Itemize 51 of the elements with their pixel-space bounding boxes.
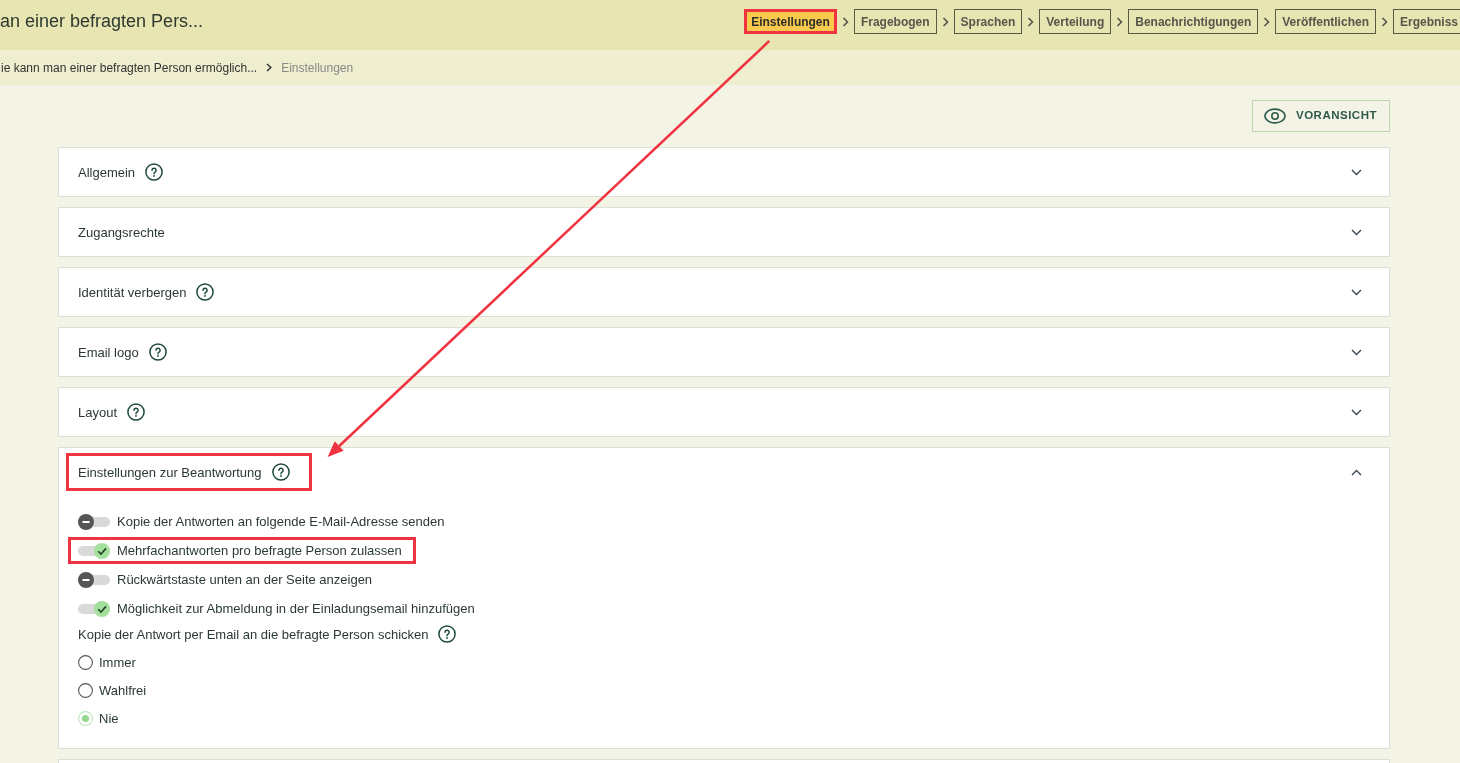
help-icon[interactable] <box>271 463 290 481</box>
toggle-switch[interactable] <box>78 541 110 560</box>
step-tab[interactable]: Ergebniss <box>1392 9 1460 34</box>
radio-group-label: Kopie der Antwort per Email an die befragte Person schicken <box>78 626 429 642</box>
toggle-label: Mehrfachantworten pro befragte Person zulassen <box>117 543 402 558</box>
radio-button[interactable] <box>78 654 93 670</box>
radio-button[interactable] <box>78 682 93 698</box>
chevron-right-icon <box>1027 16 1035 27</box>
help-icon[interactable] <box>127 403 146 421</box>
toggle-label: Rückwärtstaste unten an der Seite anzeigen <box>117 572 373 587</box>
step-tab[interactable]: Verteilung <box>1039 9 1112 34</box>
radio-label: Immer <box>99 654 136 670</box>
breadcrumb-link[interactable]: ie kann man einer befragten Person ermöglich... <box>1 60 258 75</box>
panel-title[interactable]: Email logo <box>78 344 139 360</box>
panel-title[interactable]: Allgemein <box>78 164 136 180</box>
toggle-switch[interactable] <box>78 512 110 531</box>
page-title: an einer befragten Pers... <box>0 10 205 33</box>
step-tab[interactable]: Sprachen <box>953 9 1023 34</box>
chevron-down-icon[interactable] <box>1351 228 1362 236</box>
chevron-right-icon <box>941 16 949 27</box>
help-icon[interactable] <box>148 343 167 361</box>
step-tab[interactable]: Einstellungen <box>744 9 837 34</box>
chevron-down-icon[interactable] <box>1351 288 1362 296</box>
chevron-down-icon[interactable] <box>1351 168 1362 176</box>
panel-title[interactable]: Zugangsrechte <box>78 224 165 240</box>
step-tab[interactable]: Fragebogen <box>853 9 937 34</box>
radio-label: Wahlfrei <box>99 682 147 698</box>
help-icon[interactable] <box>145 163 164 181</box>
toggle-switch[interactable] <box>78 599 110 618</box>
toggle-label: Kopie der Antworten an folgende E-Mail-Adresse senden <box>117 514 445 529</box>
chevron-right-icon <box>1380 16 1388 27</box>
help-icon[interactable] <box>196 283 215 301</box>
preview-button[interactable]: VORANSICHT <box>1251 100 1390 132</box>
help-icon[interactable] <box>438 625 457 643</box>
chevron-right-icon <box>266 63 273 72</box>
panel-title[interactable]: Identität verbergen <box>78 284 187 300</box>
chevron-right-icon <box>1263 16 1271 27</box>
chevron-up-icon[interactable] <box>1351 468 1362 476</box>
chevron-down-icon[interactable] <box>1351 348 1362 356</box>
eye-icon <box>1263 108 1286 124</box>
step-tab[interactable]: Benachrichtigungen <box>1128 9 1259 34</box>
toggle-switch[interactable] <box>78 570 110 589</box>
toggle-label: Möglichkeit zur Abmeldung in der Einladungsemail hinzufügen <box>117 601 475 616</box>
chevron-right-icon <box>841 16 849 27</box>
step-tab[interactable]: Veröffentlichen <box>1275 9 1376 34</box>
breadcrumb-current: Einstellungen <box>281 60 354 75</box>
chevron-right-icon <box>1116 16 1124 27</box>
chevron-down-icon[interactable] <box>1351 408 1362 416</box>
panel-title[interactable]: Einstellungen zur Beantwortung <box>78 464 262 480</box>
radio-label: Nie <box>99 710 119 726</box>
panel-title[interactable]: Layout <box>78 404 118 420</box>
